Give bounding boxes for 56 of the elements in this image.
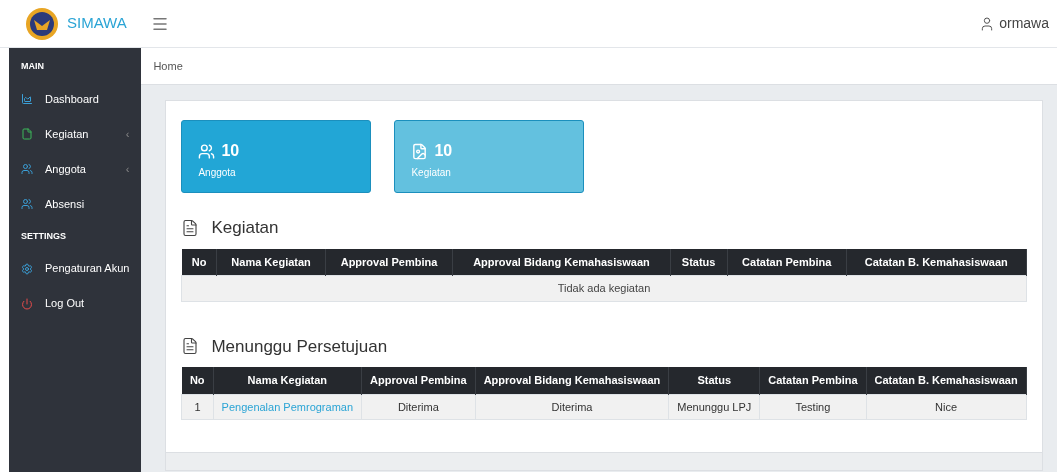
sidebar-label: Pengaturan Akun <box>45 261 130 277</box>
username[interactable]: ormawa <box>999 13 1049 34</box>
stat-label: Kegiatan <box>411 166 452 180</box>
column-header: Approval Bidang Kemahasiswaan <box>475 367 669 394</box>
gears-icon <box>21 262 33 275</box>
table-cell: Nice <box>866 394 1027 420</box>
chart-icon <box>21 93 33 105</box>
users-icon <box>21 198 33 210</box>
sidebar-item[interactable]: Dashboard <box>9 81 142 117</box>
section-title: Kegiatan <box>211 217 279 239</box>
column-header: Catatan Pembina <box>727 248 847 276</box>
sidebar-label: Log Out <box>45 296 85 312</box>
column-header: Status <box>670 248 728 276</box>
file-icon <box>21 128 33 140</box>
power-icon <box>21 297 33 310</box>
chevron-icon: ‹ <box>125 125 130 143</box>
empty-message: Tidak ada kegiatan <box>181 275 1027 301</box>
section-title: Menunggu Persetujuan <box>211 335 388 358</box>
column-header: No <box>181 248 217 276</box>
column-header: Approval Bidang Kemahasiswaan <box>452 248 671 276</box>
column-header: Nama Kegiatan <box>216 248 326 276</box>
sidebar-label: Kegiatan <box>45 126 89 142</box>
column-header: Catatan B. Kemahasiswaan <box>866 367 1027 394</box>
sidebar-section-label: SETTINGS <box>20 229 67 243</box>
sidebar-item[interactable]: Kegiatan ‹ <box>9 116 142 152</box>
table-cell: Menunggu LPJ <box>668 394 760 420</box>
table-cell: Diterima <box>361 394 476 420</box>
users-icon <box>198 142 216 160</box>
column-header: Status <box>668 367 760 394</box>
column-header: Catatan Pembina <box>759 367 867 394</box>
breadcrumb[interactable]: Home <box>153 57 183 75</box>
sidebar-item[interactable]: Pengaturan Akun <box>9 251 142 286</box>
document-icon <box>181 218 200 237</box>
column-header: No <box>181 367 214 394</box>
document-icon <box>411 142 429 160</box>
sidebar-item[interactable]: Absensi <box>9 186 142 222</box>
sidebar-label: Dashboard <box>45 91 99 107</box>
sidebar-label: Anggota <box>45 161 86 177</box>
chevron-icon: ‹ <box>125 160 130 178</box>
sidebar-section-label: MAIN <box>20 60 45 73</box>
table-cell: Testing <box>759 394 867 420</box>
table-cell: Diterima <box>475 394 669 420</box>
document-icon <box>181 337 200 356</box>
users-icon <box>21 163 33 175</box>
column-header: Catatan B. Kemahasiswaan <box>846 248 1027 276</box>
sidebar-item[interactable]: Log Out <box>9 286 142 321</box>
stat-label: Anggota <box>198 166 237 180</box>
column-header: Approval Pembina <box>361 367 476 394</box>
sidebar-item[interactable]: Anggota ‹ <box>9 151 142 187</box>
sidebar-label: Absensi <box>45 196 85 212</box>
stat-value: 10 <box>434 141 453 161</box>
column-header: Approval Pembina <box>325 248 453 276</box>
column-header: Nama Kegiatan <box>213 367 362 394</box>
stat-value: 10 <box>221 141 240 161</box>
logo-icon <box>25 6 59 41</box>
table-cell: 1 <box>181 394 214 420</box>
